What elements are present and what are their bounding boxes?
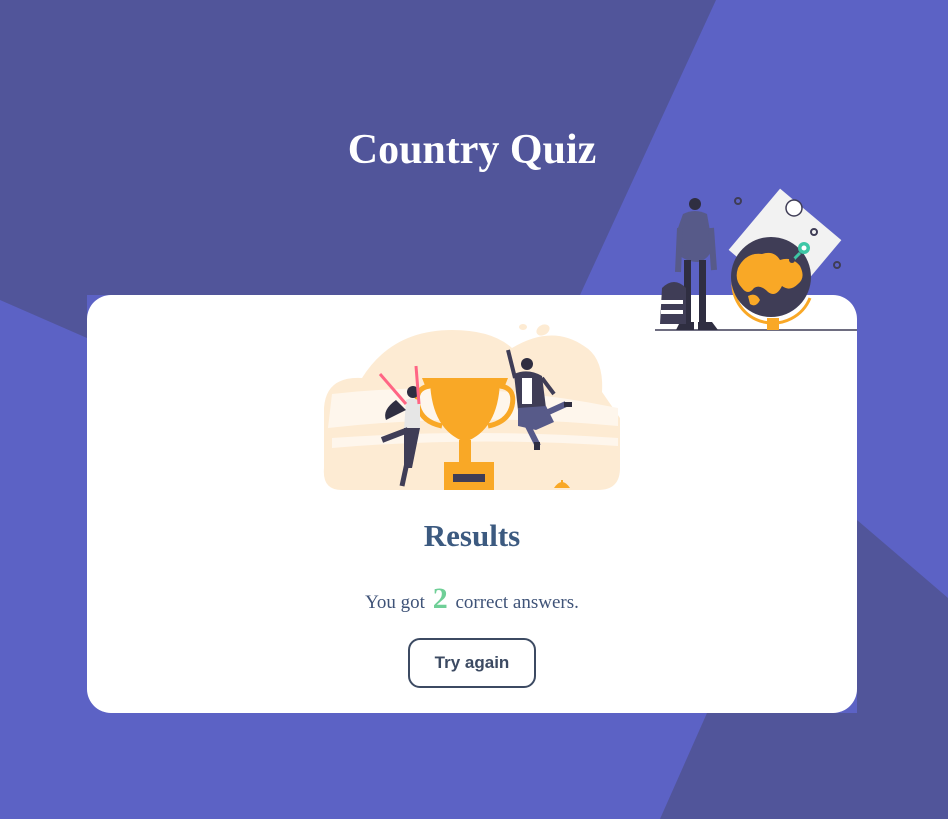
score-summary: You got 2 correct answers.	[87, 582, 857, 616]
score-prefix: You got	[365, 592, 425, 613]
score-suffix: correct answers.	[455, 592, 579, 613]
trophy-celebration-illustration	[323, 324, 620, 490]
app-title: Country Quiz	[347, 127, 597, 173]
traveler-globe-illustration	[655, 188, 857, 331]
try-again-button[interactable]: Try again	[408, 638, 536, 688]
results-heading: Results	[423, 518, 521, 553]
score-value: 2	[432, 582, 448, 615]
